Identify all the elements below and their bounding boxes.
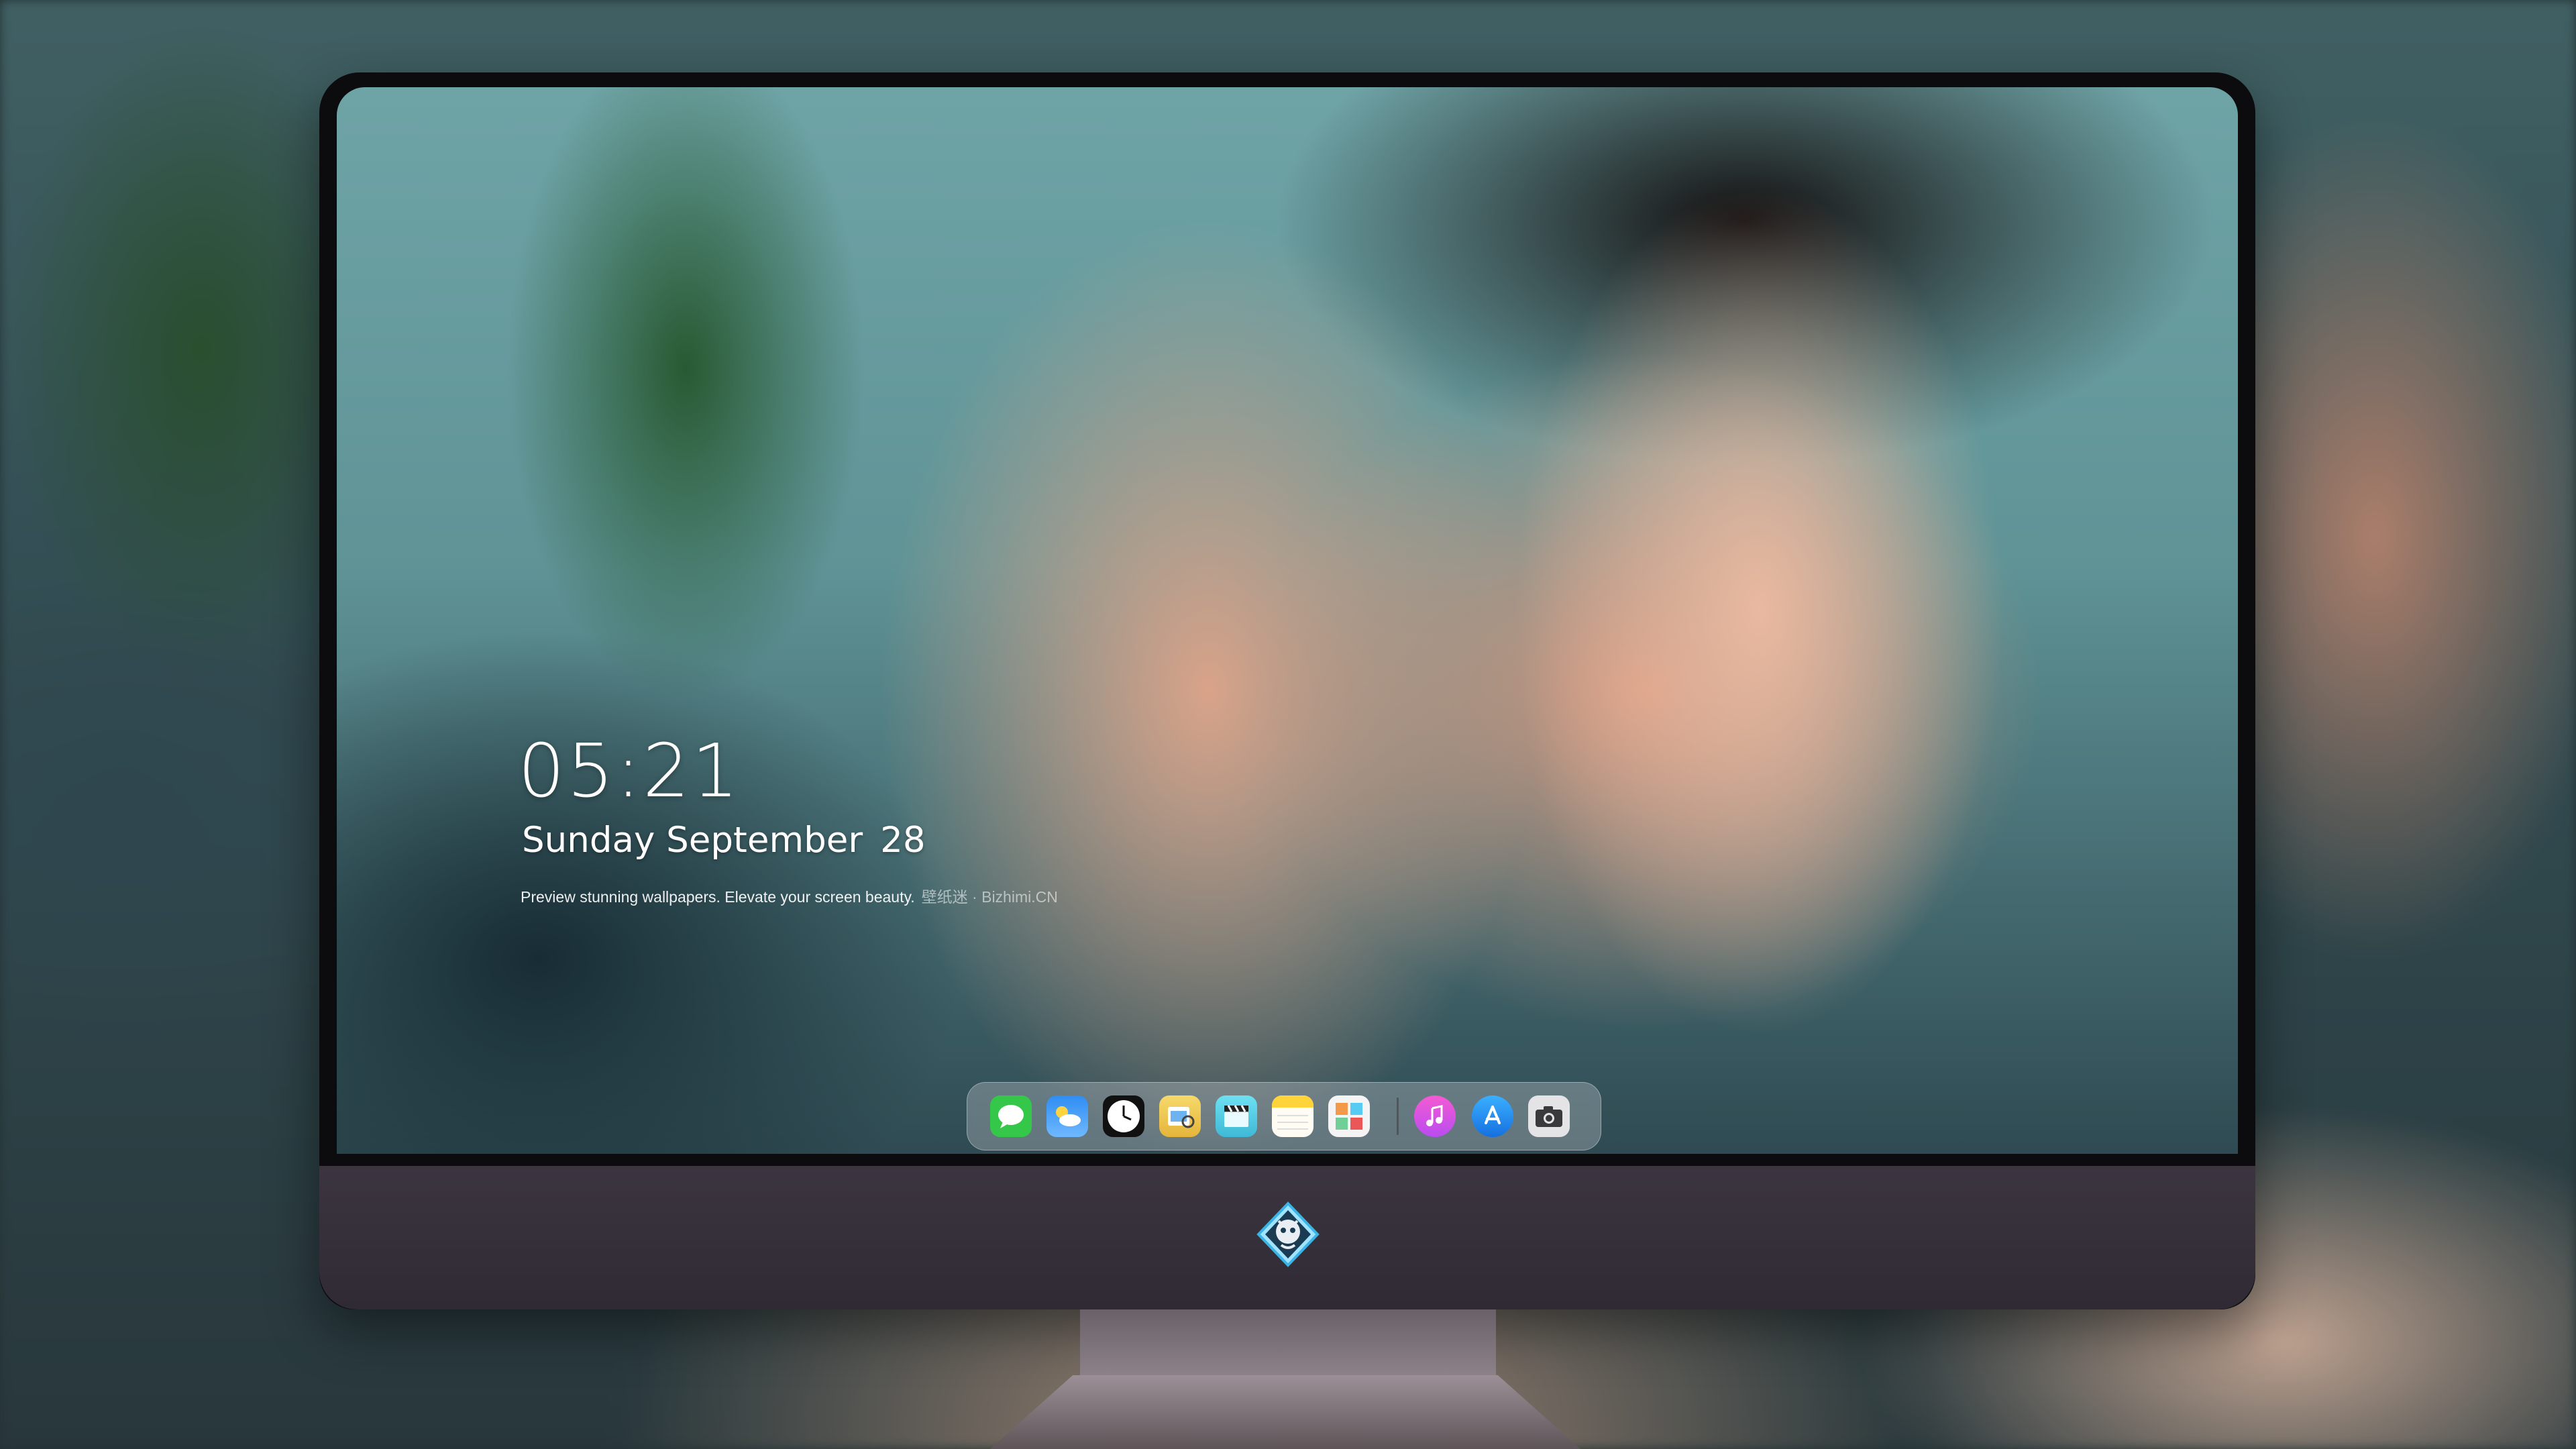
lock-screen-date: Sunday September 28 <box>522 820 926 861</box>
dragon-emblem-icon <box>1254 1201 1322 1268</box>
clock-icon[interactable] <box>1103 1095 1144 1137</box>
wallpaper-caption: Preview stunning wallpapers. Elevate you… <box>521 884 1058 907</box>
monitor-stand-base <box>990 1375 1580 1449</box>
messages-icon[interactable] <box>990 1095 1032 1137</box>
weather-icon[interactable] <box>1046 1095 1088 1137</box>
monitor-stand-neck <box>1080 1309 1496 1377</box>
camera-icon[interactable] <box>1528 1095 1570 1137</box>
photo-grid-icon[interactable] <box>1328 1095 1370 1137</box>
date-day: 28 <box>880 820 926 861</box>
lock-screen: 05:21 Sunday September 28 Preview stunnin… <box>337 87 2238 1154</box>
caption-text: Preview stunning wallpapers. Elevate you… <box>521 888 915 906</box>
lock-screen-time: 05:21 <box>518 728 741 814</box>
clapper-icon[interactable] <box>1216 1095 1257 1137</box>
date-weekday-month: Sunday September <box>522 820 863 861</box>
notes-icon[interactable] <box>1272 1095 1313 1137</box>
music-note-icon[interactable] <box>1414 1095 1456 1137</box>
dock <box>967 1082 1601 1150</box>
dock-separator <box>1397 1097 1399 1135</box>
caption-brand: 壁纸迷 · Bizhimi.CN <box>921 888 1058 906</box>
app-store-icon[interactable] <box>1472 1095 1513 1137</box>
preview-icon[interactable] <box>1159 1095 1201 1137</box>
